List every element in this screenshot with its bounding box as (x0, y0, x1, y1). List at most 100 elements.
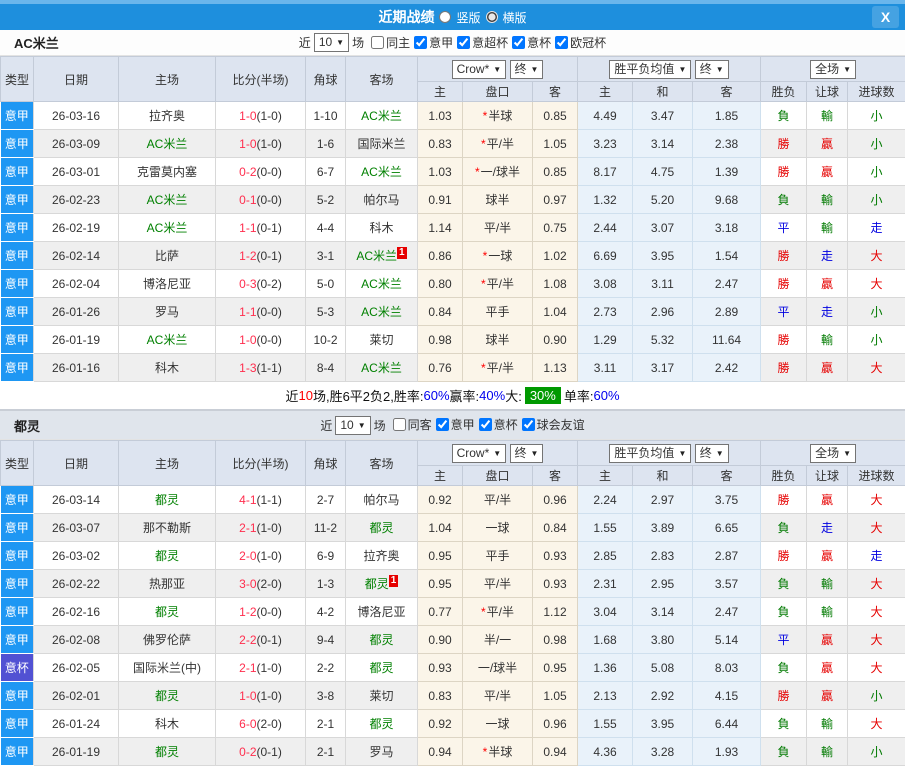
full-score: 1-0 (239, 109, 256, 123)
handicap-star: * (483, 249, 488, 263)
full-score: 2-2 (239, 633, 256, 647)
cell-corners: 5-3 (306, 298, 346, 326)
near-label: 近 (320, 417, 332, 434)
cell-avg-draw: 2.96 (633, 298, 693, 326)
cell-odds-home: 0.77 (418, 598, 463, 626)
games-count-select[interactable]: 10 (314, 33, 349, 52)
cell-odds-away: 0.96 (533, 486, 578, 514)
col-header-avg-home: 主 (578, 82, 633, 102)
cell-corners: 5-2 (306, 186, 346, 214)
cell-date: 26-01-26 (34, 298, 119, 326)
cell-result: 勝 (761, 326, 807, 354)
cell-avg-draw: 3.80 (633, 626, 693, 654)
checkbox-input[interactable] (414, 36, 427, 49)
away-team-name: 帕尔马 (363, 493, 399, 507)
away-team-name: 拉齐奥 (363, 549, 399, 563)
filter-checkbox-意杯[interactable]: 意杯 (475, 416, 518, 433)
cell-avg-away: 2.87 (693, 542, 761, 570)
cell-away: 都灵 (346, 654, 418, 682)
cell-handicap: *平/半 (463, 270, 533, 298)
layout-radio-horizontal[interactable] (486, 11, 498, 23)
odds-stage-select[interactable]: 终 (510, 60, 544, 79)
bookmaker-select[interactable]: Crow* (452, 444, 507, 463)
scope-select[interactable]: 全场 (810, 444, 856, 463)
filter-checkbox-意甲[interactable]: 意甲 (432, 416, 475, 433)
layout-radio-horizontal-label[interactable]: 横版 (503, 9, 527, 26)
filter-checkbox-意甲[interactable]: 意甲 (410, 34, 453, 51)
filter-checkbox-意杯[interactable]: 意杯 (508, 34, 551, 51)
half-score: (1-0) (257, 521, 282, 535)
filter-checkbox-意超杯[interactable]: 意超杯 (453, 34, 508, 51)
cell-date: 26-03-16 (34, 102, 119, 130)
home-team-name: 克雷莫内塞 (137, 165, 197, 179)
checkbox-input[interactable] (457, 36, 470, 49)
cell-odds-away: 1.04 (533, 298, 578, 326)
full-score: 1-0 (239, 333, 256, 347)
scope-group-header: 全场 (761, 441, 905, 466)
filter-checkbox-球会友谊[interactable]: 球会友谊 (518, 416, 585, 433)
full-score: 1-2 (239, 249, 256, 263)
filter-checkbox-欧冠杯[interactable]: 欧冠杯 (551, 34, 606, 51)
filter-checkbox-同主[interactable]: 同主 (367, 34, 410, 51)
cell-type: 意杯 (1, 654, 34, 682)
checkbox-input[interactable] (371, 36, 384, 49)
summary-part: 赢率: (450, 386, 480, 405)
cell-odds-away: 1.02 (533, 242, 578, 270)
cell-score: 2-1(1-0) (216, 514, 306, 542)
checkbox-input[interactable] (393, 418, 406, 431)
avg-stage-select[interactable]: 终 (695, 444, 729, 463)
cell-result: 勝 (761, 682, 807, 710)
games-count-select[interactable]: 10 (335, 416, 370, 435)
filter-checkbox-同客[interactable]: 同客 (389, 416, 432, 433)
away-team-name: AC米兰 (361, 361, 402, 375)
cell-home: 科木 (119, 710, 216, 738)
avg-type-select[interactable]: 胜平负均值 (609, 60, 691, 79)
home-team-name: 都灵 (155, 605, 179, 619)
col-header-let-goal: 让球 (807, 466, 848, 486)
checkbox-input[interactable] (522, 418, 535, 431)
checkbox-input[interactable] (555, 36, 568, 49)
cell-odds-away: 0.85 (533, 102, 578, 130)
filter-row: AC米兰 近 10 场 同主意甲意超杯意杯欧冠杯 (0, 30, 905, 56)
scope-select[interactable]: 全场 (810, 60, 856, 79)
cell-avg-home: 2.31 (578, 570, 633, 598)
cell-avg-home: 3.08 (578, 270, 633, 298)
cell-handicap-result: 贏 (807, 158, 848, 186)
layout-radio-vertical[interactable] (439, 11, 451, 23)
cell-date: 26-03-01 (34, 158, 119, 186)
cell-avg-home: 1.68 (578, 626, 633, 654)
cell-handicap-result: 贏 (807, 626, 848, 654)
cell-date: 26-03-09 (34, 130, 119, 158)
half-score: (0-1) (257, 633, 282, 647)
home-team-name: 科木 (155, 361, 179, 375)
cell-avg-away: 3.75 (693, 486, 761, 514)
cell-handicap: 平手 (463, 542, 533, 570)
checkbox-input[interactable] (479, 418, 492, 431)
col-header-score: 比分(半场) (216, 441, 306, 486)
checkbox-input[interactable] (512, 36, 525, 49)
home-team-name: AC米兰 (147, 333, 188, 347)
bookmaker-select[interactable]: Crow* (452, 60, 507, 79)
cell-avg-away: 6.65 (693, 514, 761, 542)
odds-stage-select[interactable]: 终 (510, 444, 544, 463)
cell-date: 26-03-02 (34, 542, 119, 570)
cell-odds-away: 1.13 (533, 354, 578, 382)
team-section: 都灵 近 10 场 同客意甲意杯球会友谊 类型 日期 主场 比分(半场) (0, 409, 905, 766)
cell-handicap: *平/半 (463, 354, 533, 382)
cell-goals: 大 (848, 242, 905, 270)
away-team-name: 科木 (369, 221, 393, 235)
avg-type-select[interactable]: 胜平负均值 (609, 444, 691, 463)
cell-handicap-result: 輸 (807, 598, 848, 626)
cell-odds-away: 0.85 (533, 158, 578, 186)
cell-corners: 4-2 (306, 598, 346, 626)
cell-away: AC米兰 (346, 158, 418, 186)
avg-group-header: 胜平负均值 终 (578, 57, 761, 82)
cell-odds-home: 0.80 (418, 270, 463, 298)
close-icon[interactable]: X (872, 6, 899, 28)
avg-stage-select[interactable]: 终 (695, 60, 729, 79)
odds-group-header: Crow* 终 (418, 441, 578, 466)
col-header-odds-away: 客 (533, 82, 578, 102)
checkbox-input[interactable] (436, 418, 449, 431)
layout-radio-vertical-label[interactable]: 竖版 (456, 9, 480, 26)
cell-score: 3-0(2-0) (216, 570, 306, 598)
